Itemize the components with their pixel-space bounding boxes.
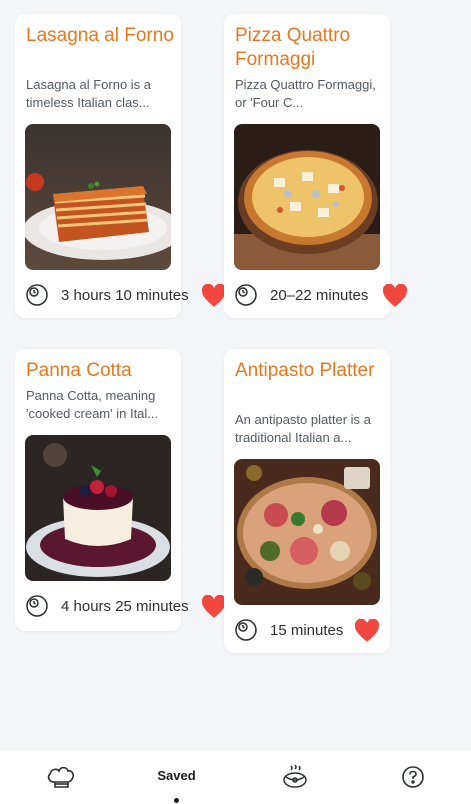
heart-icon[interactable] — [382, 284, 408, 308]
stopwatch-icon — [26, 595, 48, 617]
recipe-title: Antipasto Platter — [235, 360, 375, 381]
nav-item-recipes[interactable] — [2, 750, 119, 804]
recipe-card-antipasto[interactable]: Antipasto Platter An antipasto platter i… — [224, 349, 390, 653]
recipe-image[interactable] — [25, 124, 171, 270]
time-label: 3 hours 10 minutes — [61, 286, 189, 304]
recipe-image[interactable] — [234, 459, 380, 605]
nav-item-cook[interactable] — [236, 750, 353, 804]
nav-item-help[interactable] — [354, 750, 471, 804]
chef-hat-icon — [47, 766, 74, 788]
recipe-time: 20–22 minutes — [234, 282, 368, 308]
recipe-card-lasagna[interactable]: Lasagna al Forno Lasagna al Forno is a t… — [15, 14, 227, 318]
help-icon — [401, 766, 424, 788]
recipe-card-pizza[interactable]: Pizza Quattro Formaggi Pizza Quattro For… — [224, 14, 408, 318]
recipe-title: Lasagna al Forno — [26, 25, 174, 46]
recipe-title: Pizza Quattro Formaggi — [235, 25, 351, 70]
nav-saved-label: Saved — [157, 767, 196, 783]
time-label: 15 minutes — [270, 621, 344, 639]
stopwatch-icon — [235, 284, 257, 306]
recipe-time: 3 hours 10 minutes — [25, 282, 189, 308]
cooking-pot-icon — [282, 764, 307, 788]
bottom-nav: Saved — [0, 750, 471, 804]
heart-icon[interactable] — [354, 619, 380, 643]
time-label: 4 hours 25 minutes — [61, 597, 189, 615]
recipe-time: 15 minutes — [234, 617, 343, 643]
recipe-title: Panna Cotta — [26, 360, 132, 381]
recipe-image[interactable] — [25, 435, 171, 581]
stopwatch-icon — [235, 619, 257, 641]
recipe-description: Panna Cotta, meaning 'cooked cream' in I… — [26, 388, 159, 421]
time-label: 20–22 minutes — [270, 286, 369, 304]
recipe-description: Lasagna al Forno is a timeless Italian c… — [26, 77, 152, 110]
recipe-description: Pizza Quattro Formaggi, or 'Four C... — [235, 77, 376, 110]
recipe-time: 4 hours 25 minutes — [25, 593, 189, 619]
active-tab-indicator — [174, 798, 179, 803]
stopwatch-icon — [26, 284, 48, 306]
recipe-card-panna-cotta[interactable]: Panna Cotta Panna Cotta, meaning 'cooked… — [15, 349, 227, 631]
nav-item-saved[interactable]: Saved — [118, 750, 235, 804]
recipe-image[interactable] — [234, 124, 380, 270]
recipe-description: An antipasto platter is a traditional It… — [235, 412, 371, 445]
